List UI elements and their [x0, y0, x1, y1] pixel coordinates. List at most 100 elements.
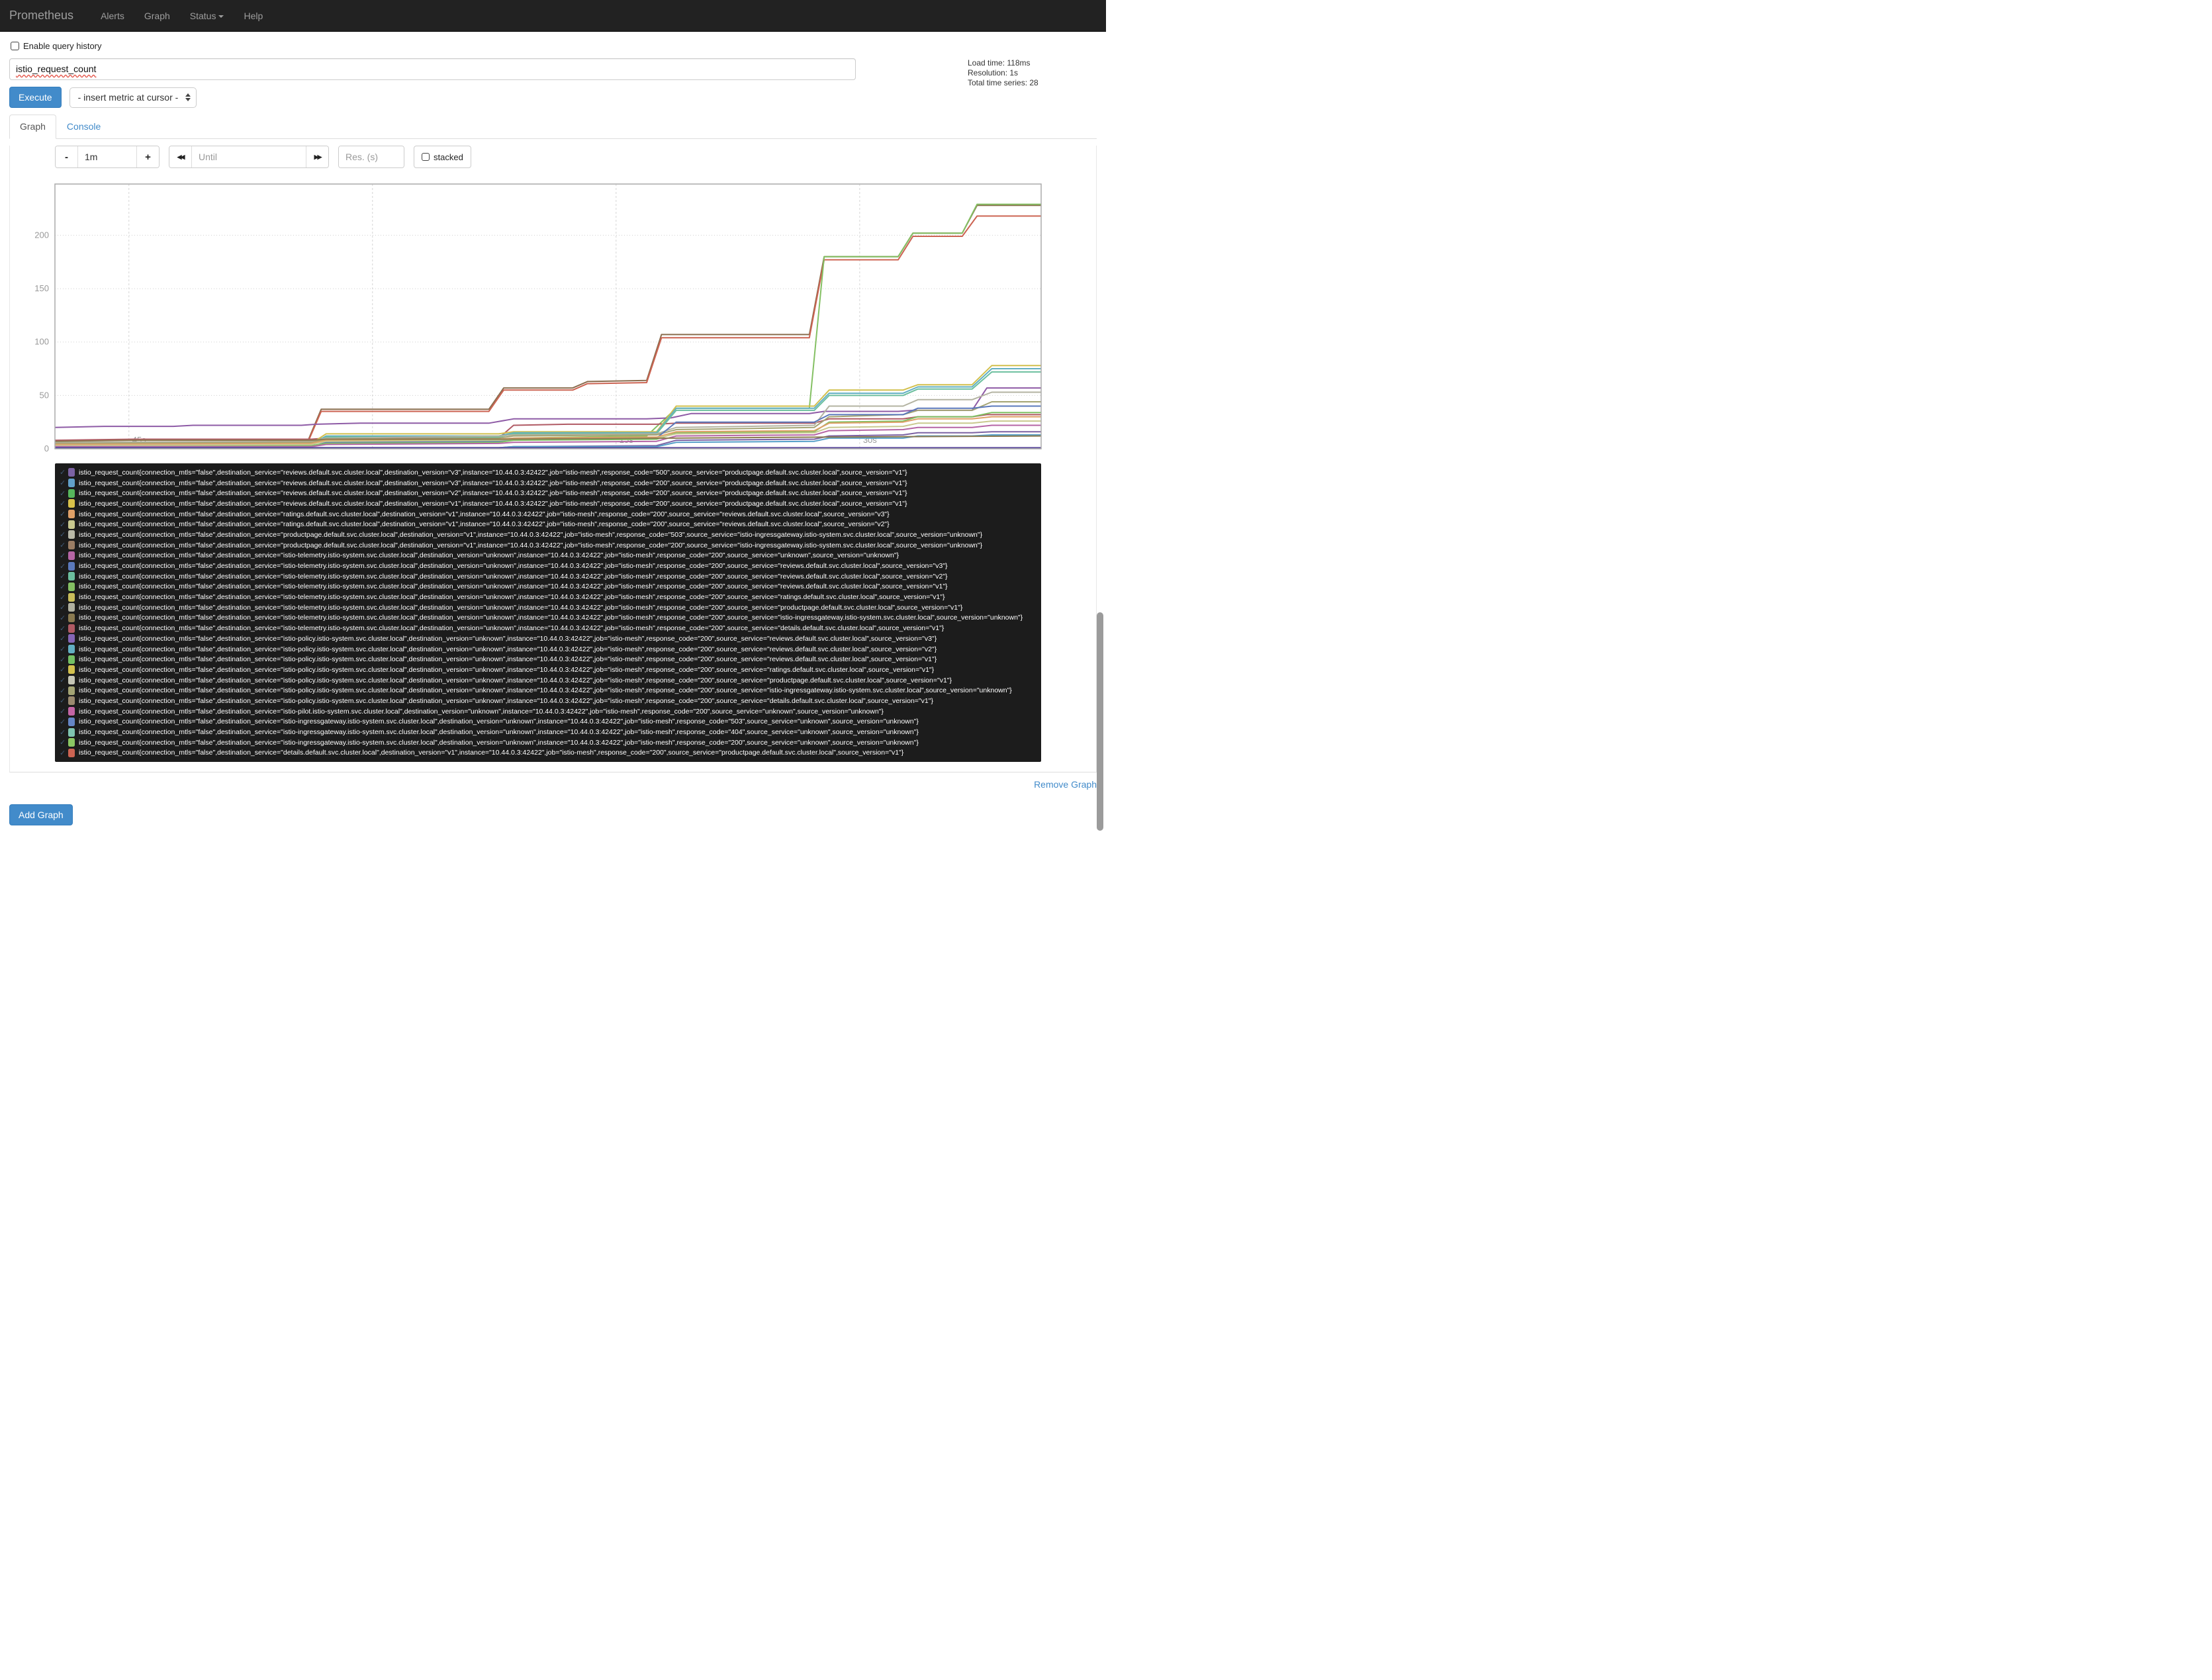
legend-entry[interactable]: ✓ istio_request_count{connection_mtls="fa… — [60, 582, 1041, 592]
legend-check-icon: ✓ — [60, 749, 66, 757]
stacked-label: stacked — [434, 152, 463, 162]
legend-entry[interactable]: ✓ istio_request_count{connection_mtls="fa… — [60, 551, 1041, 561]
prometheus-page: Prometheus Alerts Graph Status Help Enable … — [0, 0, 1106, 840]
legend-color-swatch — [68, 530, 75, 539]
main-content: Enable query history istio_request_count… — [0, 32, 1106, 826]
until-input[interactable] — [192, 146, 306, 167]
chart-canvas[interactable]: 0 50 100 150 200 45s 0s 15s 30s — [28, 180, 1096, 461]
legend-label: istio_request_count{connection_mtls="fal… — [79, 718, 919, 726]
tab-console[interactable]: Console — [56, 115, 111, 138]
tab-graph[interactable]: Graph — [9, 115, 56, 139]
legend-check-icon: ✓ — [60, 718, 66, 726]
legend-entry[interactable]: ✓ istio_request_count{connection_mtls="fa… — [60, 571, 1041, 582]
select-stepper-icon — [185, 93, 191, 101]
legend-entry[interactable]: ✓ istio_request_count{connection_mtls="fa… — [60, 478, 1041, 489]
legend-entry[interactable]: ✓ istio_request_count{connection_mtls="fa… — [60, 623, 1041, 633]
legend-entry[interactable]: ✓ istio_request_count{connection_mtls="fa… — [60, 665, 1041, 675]
resolution-input[interactable] — [339, 146, 404, 167]
legend-check-icon: ✓ — [60, 573, 66, 581]
legend-color-swatch — [68, 686, 75, 695]
legend-check-icon: ✓ — [60, 614, 66, 622]
nav-item-help[interactable]: Help — [234, 11, 273, 21]
legend-check-icon: ✓ — [60, 562, 66, 571]
query-history-checkbox[interactable] — [11, 42, 19, 50]
metric-select[interactable]: - insert metric at cursor - — [69, 87, 197, 108]
nav-item-graph[interactable]: Graph — [134, 11, 180, 21]
legend-entry[interactable]: ✓ istio_request_count{connection_mtls="fa… — [60, 509, 1041, 520]
legend-label: istio_request_count{connection_mtls="fal… — [79, 479, 907, 487]
legend-check-icon: ✓ — [60, 635, 66, 643]
nav-item-status[interactable]: Status — [180, 11, 234, 21]
legend-entry[interactable]: ✓ istio_request_count{connection_mtls="fa… — [60, 717, 1041, 727]
legend-label: istio_request_count{connection_mtls="fal… — [79, 645, 937, 653]
nav-item-alerts[interactable]: Alerts — [91, 11, 134, 21]
legend-label: istio_request_count{connection_mtls="fal… — [79, 583, 948, 591]
legend-color-swatch — [68, 738, 75, 747]
range-increase-button[interactable]: + — [136, 146, 159, 167]
remove-graph-link[interactable]: Remove Graph — [1034, 779, 1097, 790]
legend-label: istio_request_count{connection_mtls="fal… — [79, 624, 945, 633]
query-row: istio_request_count Load time: 118ms Reso… — [9, 58, 1097, 87]
add-graph-button[interactable]: Add Graph — [9, 804, 73, 826]
legend-entry[interactable]: ✓ istio_request_count{connection_mtls="fa… — [60, 685, 1041, 696]
stacked-checkbox[interactable] — [422, 153, 430, 161]
legend-entry[interactable]: ✓ istio_request_count{connection_mtls="fa… — [60, 540, 1041, 551]
legend-check-icon: ✓ — [60, 624, 66, 633]
legend-entry[interactable]: ✓ istio_request_count{connection_mtls="fa… — [60, 488, 1041, 498]
legend-check-icon: ✓ — [60, 645, 66, 654]
execute-button[interactable]: Execute — [9, 87, 62, 108]
y-axis-tick-label: 0 — [44, 443, 49, 453]
legend-entry[interactable]: ✓ istio_request_count{connection_mtls="fa… — [60, 530, 1041, 540]
legend-entry[interactable]: ✓ istio_request_count{connection_mtls="fa… — [60, 706, 1041, 717]
until-back-icon[interactable]: ◀◀ — [169, 146, 192, 167]
legend-label: istio_request_count{connection_mtls="fal… — [79, 489, 907, 498]
legend-label: istio_request_count{connection_mtls="fal… — [79, 686, 1012, 695]
range-input[interactable] — [78, 146, 136, 167]
range-group: - + — [55, 146, 160, 168]
legend-check-icon: ✓ — [60, 604, 66, 612]
legend-check-icon: ✓ — [60, 479, 66, 488]
legend-label: istio_request_count{connection_mtls="fal… — [79, 551, 899, 560]
legend-entry[interactable]: ✓ istio_request_count{connection_mtls="fa… — [60, 737, 1041, 748]
legend-label: istio_request_count{connection_mtls="fal… — [79, 603, 963, 612]
legend-color-swatch — [68, 603, 75, 612]
legend-label: istio_request_count{connection_mtls="fal… — [79, 510, 890, 518]
query-history-label: Enable query history — [23, 41, 102, 51]
legend-check-icon: ✓ — [60, 666, 66, 675]
legend-color-swatch — [68, 624, 75, 633]
legend-entry[interactable]: ✓ istio_request_count{connection_mtls="fa… — [60, 498, 1041, 509]
legend-color-swatch — [68, 551, 75, 560]
legend-entry[interactable]: ✓ istio_request_count{connection_mtls="fa… — [60, 592, 1041, 602]
legend-check-icon: ✓ — [60, 583, 66, 591]
legend-entry[interactable]: ✓ istio_request_count{connection_mtls="fa… — [60, 644, 1041, 655]
legend-entry[interactable]: ✓ istio_request_count{connection_mtls="fa… — [60, 561, 1041, 571]
until-forward-icon[interactable]: ▶▶ — [306, 146, 328, 167]
legend-label: istio_request_count{connection_mtls="fal… — [79, 696, 933, 705]
legend-label: istio_request_count{connection_mtls="fal… — [79, 634, 937, 643]
legend-entry[interactable]: ✓ istio_request_count{connection_mtls="fa… — [60, 602, 1041, 613]
brand-link[interactable]: Prometheus — [9, 9, 73, 23]
legend-label: istio_request_count{connection_mtls="fal… — [79, 728, 919, 737]
legend-label: istio_request_count{connection_mtls="fal… — [79, 665, 935, 674]
legend-entry[interactable]: ✓ istio_request_count{connection_mtls="fa… — [60, 613, 1041, 624]
page-scrollbar-thumb[interactable] — [1097, 612, 1103, 831]
legend-entry[interactable]: ✓ istio_request_count{connection_mtls="fa… — [60, 696, 1041, 706]
legend-check-icon: ✓ — [60, 593, 66, 602]
legend-entry[interactable]: ✓ istio_request_count{connection_mtls="fa… — [60, 727, 1041, 737]
legend-color-swatch — [68, 541, 75, 550]
legend-entry[interactable]: ✓ istio_request_count{connection_mtls="fa… — [60, 654, 1041, 665]
legend-check-icon: ✓ — [60, 531, 66, 539]
legend-entry[interactable]: ✓ istio_request_count{connection_mtls="fa… — [60, 748, 1041, 759]
tabbar: Graph Console — [9, 115, 1097, 139]
legend-check-icon: ✓ — [60, 708, 66, 716]
legend-check-icon: ✓ — [60, 697, 66, 706]
graph-panel: - + ◀◀ ▶▶ stacked 05010015020045 — [9, 146, 1097, 773]
legend-entry[interactable]: ✓ istio_request_count{connection_mtls="fa… — [60, 675, 1041, 686]
legend-entry[interactable]: ✓ istio_request_count{connection_mtls="fa… — [60, 633, 1041, 644]
range-decrease-button[interactable]: - — [56, 146, 78, 167]
legend-entry[interactable]: ✓ istio_request_count{connection_mtls="fa… — [60, 519, 1041, 530]
query-input[interactable]: istio_request_count — [9, 58, 856, 80]
legend-entry[interactable]: ✓ istio_request_count{connection_mtls="fa… — [60, 467, 1041, 478]
legend-label: istio_request_count{connection_mtls="fal… — [79, 614, 1023, 622]
legend-label: istio_request_count{connection_mtls="fal… — [79, 707, 884, 716]
